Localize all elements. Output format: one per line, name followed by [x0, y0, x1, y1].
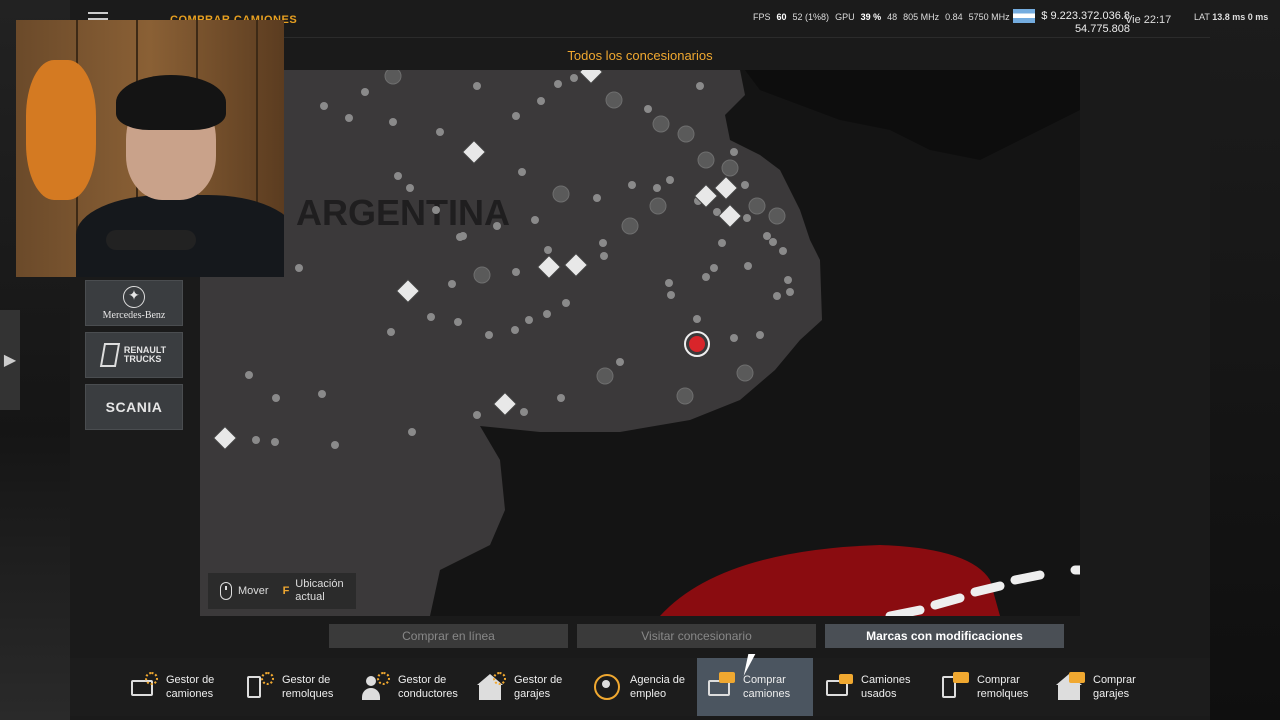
background-right — [1210, 0, 1280, 720]
brand-label: Mercedes-Benz — [102, 309, 166, 321]
buy-online-button[interactable]: Comprar en línea — [329, 624, 568, 648]
map-title: Todos los concesionarios — [567, 48, 713, 63]
uruguay-land — [745, 70, 1080, 160]
guitar — [26, 60, 96, 200]
mercedes-star-icon: ✦ — [123, 285, 145, 308]
gpu-label: GPU — [835, 12, 855, 22]
argentina-land — [200, 70, 822, 616]
expand-arrow-icon[interactable]: ▶ — [0, 310, 20, 410]
lat-value: 13.8 ms — [1212, 12, 1246, 22]
renault-diamond-icon — [99, 343, 120, 367]
lat-value-2: 0 ms — [1247, 12, 1269, 22]
nav-buy-trailers[interactable]: Comprar remolques — [931, 658, 1047, 716]
nav-label-2: camiones — [166, 688, 214, 700]
brand-mercedes-benz[interactable]: ✦ Mercedes-Benz — [85, 280, 183, 326]
vram: 0.84 — [945, 12, 963, 22]
latency-overlay: LAT 13.8 ms 0 ms — [1194, 12, 1268, 22]
nav-label-1: Gestor de — [282, 674, 331, 686]
map-legend: Mover F Ubicación actual — [208, 573, 356, 609]
modded-brands-button[interactable]: Marcas con modificaciones — [825, 624, 1064, 648]
nav-label-2: remolques — [282, 688, 334, 700]
argentina-flag-icon — [1013, 9, 1036, 23]
nav-driver-manager[interactable]: Gestor de conductores — [352, 658, 468, 716]
visit-dealer-button[interactable]: Visitar concesionario — [577, 624, 816, 648]
buy-truck-icon — [705, 672, 735, 702]
streamer-hair — [116, 75, 226, 130]
cpu-clock: 5750 MHz — [968, 12, 1010, 22]
fps-value: 60 — [776, 12, 787, 22]
webcam-overlay — [16, 20, 284, 277]
brand-label-line2: TRUCKS — [123, 354, 162, 364]
brand-renault-trucks[interactable]: RENAULT TRUCKS — [85, 332, 183, 378]
dealer-map[interactable]: ARGENTINA — [200, 70, 1080, 616]
mouse-icon — [220, 582, 232, 600]
nav-buy-trucks[interactable]: Comprar camiones — [697, 658, 813, 716]
gpu-clock: 805 MHz — [903, 12, 940, 22]
nav-label-2: conductores — [398, 688, 458, 700]
microphone — [106, 230, 196, 250]
nav-label-1: Agencia de — [630, 674, 686, 686]
nav-buy-garages[interactable]: Comprar garajes — [1047, 658, 1163, 716]
map-canvas[interactable]: ARGENTINA — [200, 70, 1080, 616]
bottom-nav: Gestor de camiones Gestor de remolques Ges… — [70, 658, 1210, 716]
money-sub-value: 54.775.808 — [1074, 23, 1130, 35]
nav-label-2: usados — [861, 688, 897, 700]
used-truck-icon — [823, 672, 853, 702]
brand-list: ✦ Mercedes-Benz RENAULT TRUCKS SCANIA — [85, 280, 183, 436]
nav-label-1: Gestor de — [166, 674, 215, 686]
fps-label: FPS — [753, 12, 771, 22]
nav-label-1: Gestor de — [398, 674, 447, 686]
location-label-1: Ubicación — [295, 578, 344, 590]
gpu-value: 39 % — [860, 12, 882, 22]
buy-trailer-icon — [939, 672, 969, 702]
nav-trailer-manager[interactable]: Gestor de remolques — [236, 658, 352, 716]
brand-label: SCANIA — [105, 399, 163, 415]
driver-gear-icon — [360, 672, 390, 702]
move-label: Mover — [238, 585, 269, 597]
clock: Vie 22:17 — [1125, 14, 1172, 26]
nav-label-1: Comprar — [977, 674, 1020, 686]
nav-employment-agency[interactable]: Agencia de empleo — [584, 658, 700, 716]
nav-label-2: camiones — [743, 688, 791, 700]
nav-label-1: Comprar — [1093, 674, 1136, 686]
employment-agency-icon — [592, 672, 622, 702]
fps-low: 52 (1%8) — [792, 12, 830, 22]
location-label-2: actual — [295, 591, 325, 603]
buy-garage-icon — [1055, 672, 1085, 702]
truck-gear-icon — [128, 672, 158, 702]
nav-truck-manager[interactable]: Gestor de camiones — [120, 658, 236, 716]
key-f-hint: F — [282, 585, 290, 597]
nav-label-2: garajes — [514, 688, 551, 700]
gpu-temp: 48 — [887, 12, 898, 22]
nav-garage-manager[interactable]: Gestor de garajes — [468, 658, 584, 716]
nav-label-1: Gestor de — [514, 674, 563, 686]
garage-gear-icon — [476, 672, 506, 702]
brand-scania[interactable]: SCANIA — [85, 384, 183, 430]
trailer-gear-icon — [244, 672, 274, 702]
nav-label-2: remolques — [977, 688, 1029, 700]
money-value: $ 9.223.372.036.8 — [1041, 9, 1130, 22]
lat-label: LAT — [1194, 12, 1210, 22]
performance-overlay: FPS 60 52 (1%8) GPU 39 % 48 805 MHz 0.84… — [753, 12, 1010, 22]
nav-label-1: Camiones — [861, 674, 911, 686]
nav-label-2: empleo — [630, 688, 667, 700]
nav-label-2: garajes — [1093, 688, 1130, 700]
nav-used-trucks[interactable]: Camiones usados — [815, 658, 931, 716]
country-label: ARGENTINA — [296, 192, 510, 233]
